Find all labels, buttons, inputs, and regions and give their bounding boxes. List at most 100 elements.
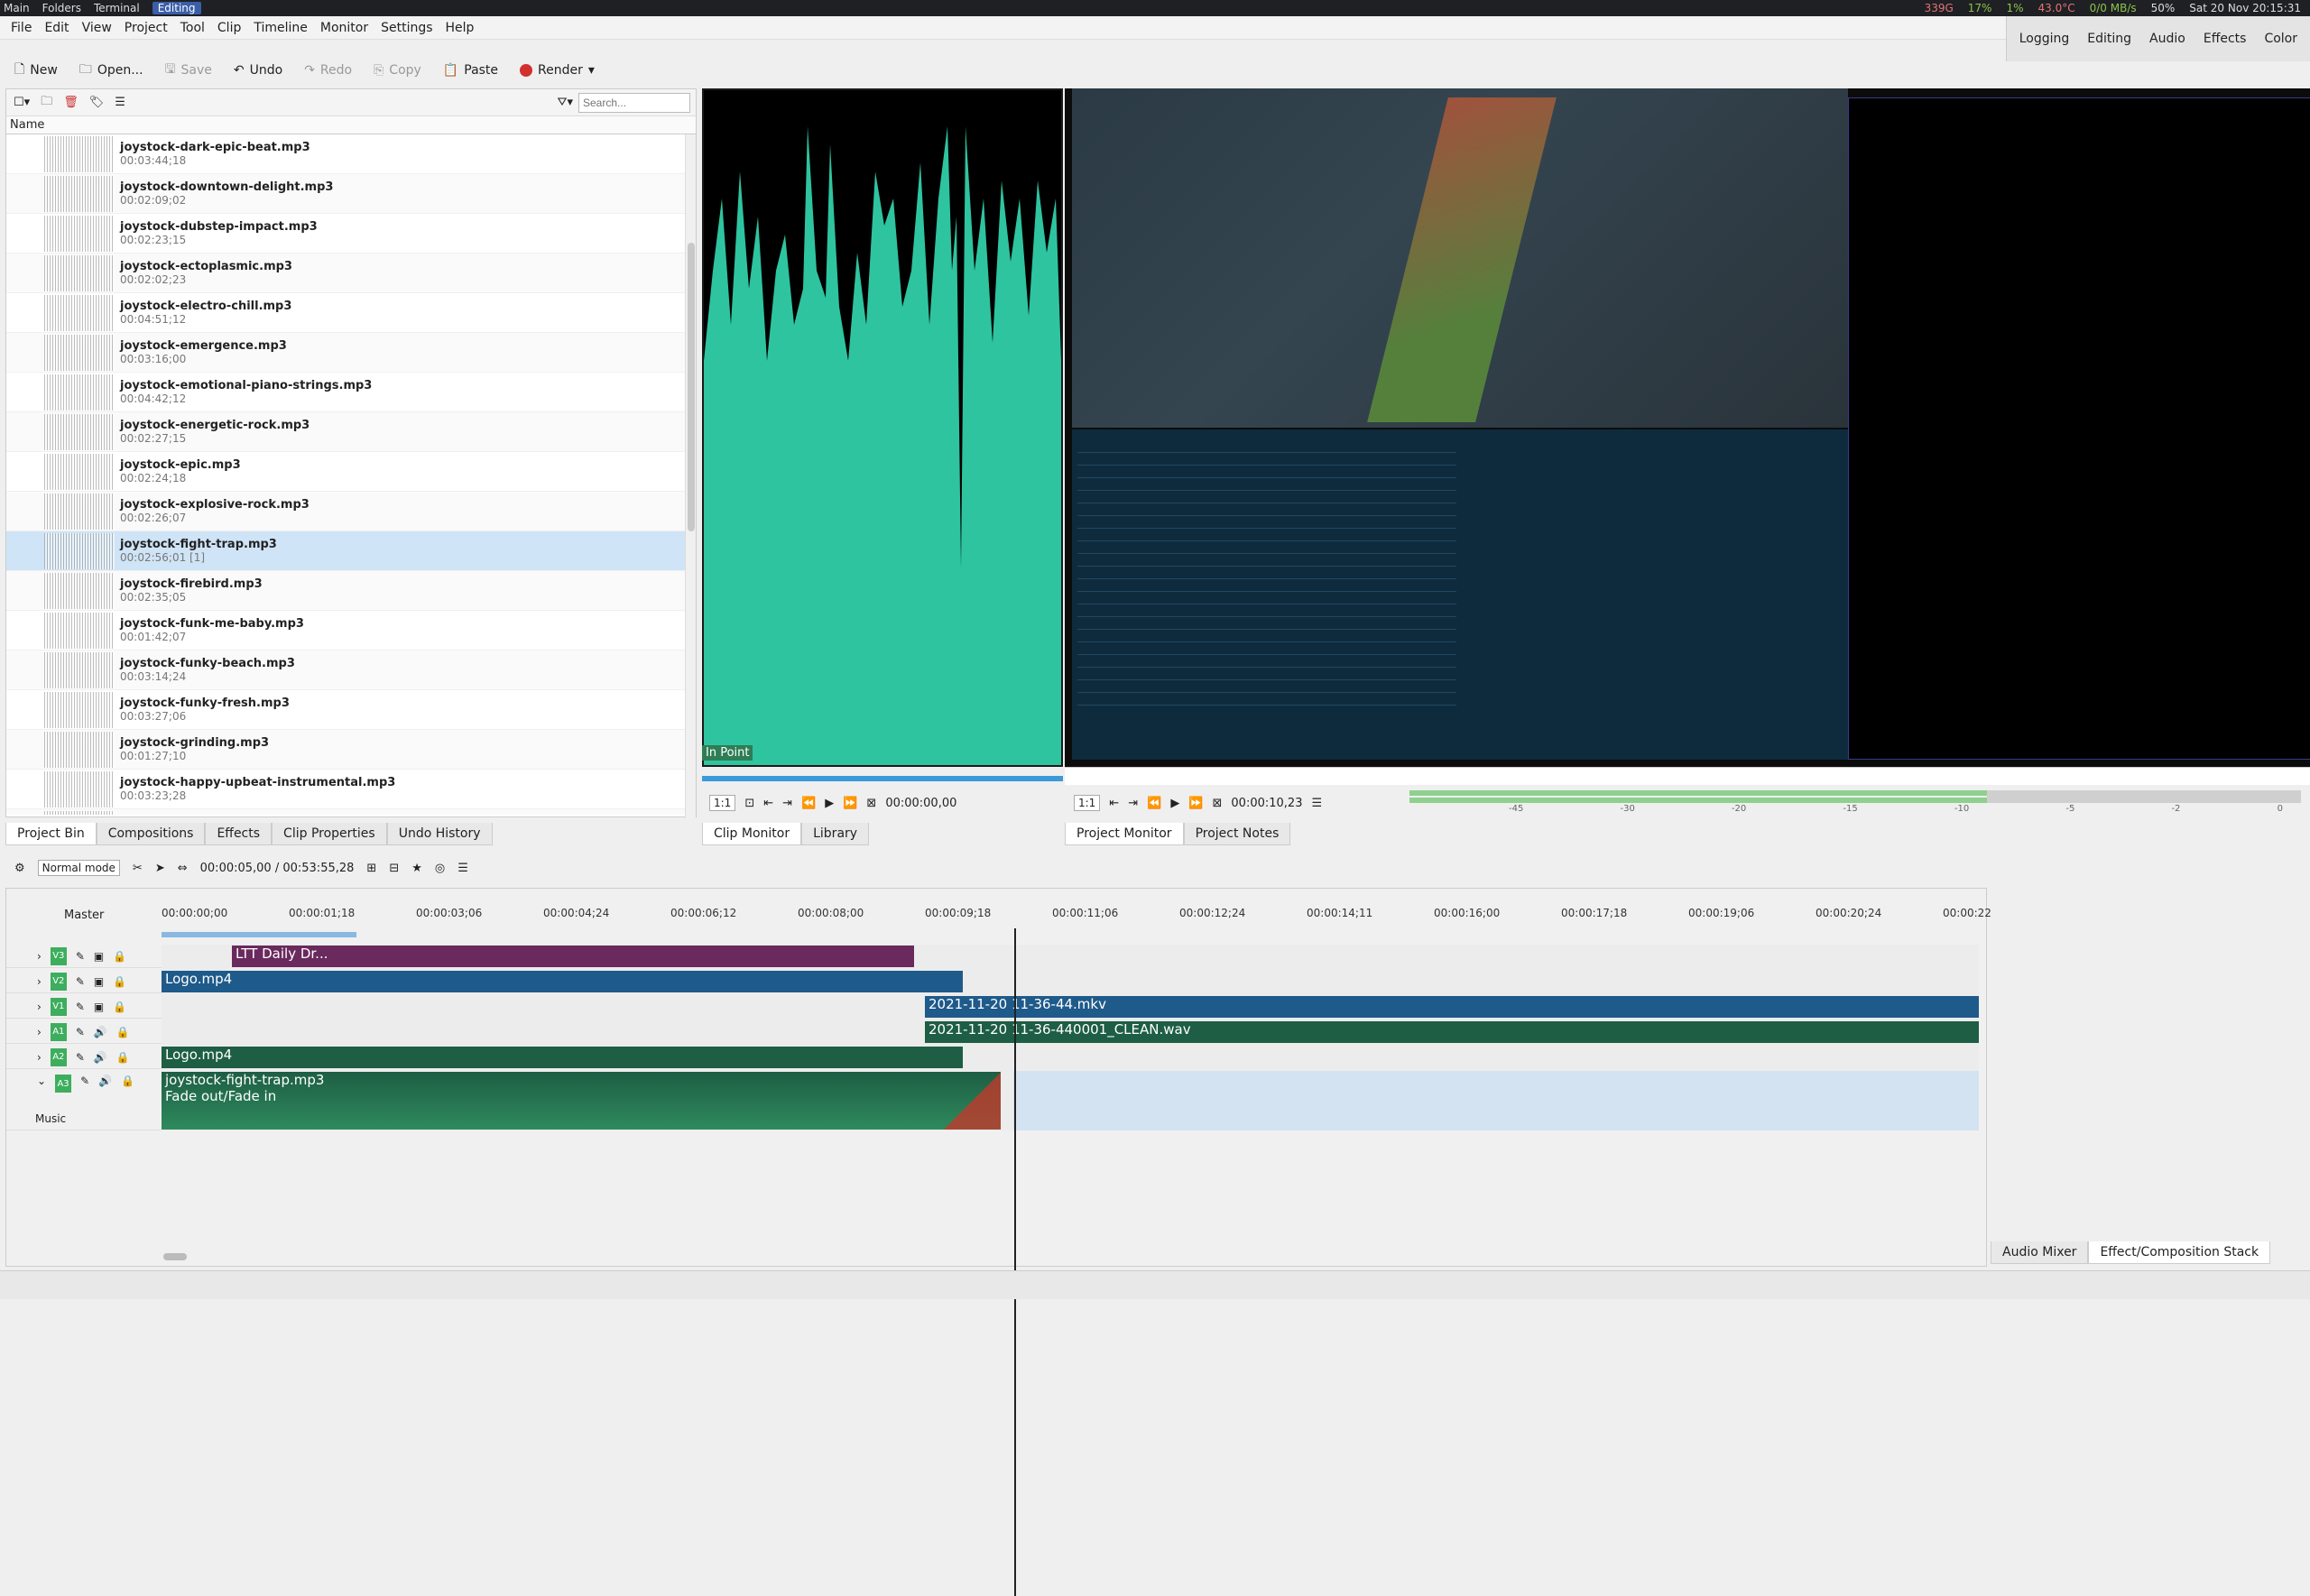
- clip-timeline-bar[interactable]: [702, 776, 1063, 781]
- copy-button[interactable]: ⎘ Copy: [374, 63, 421, 78]
- select-tool-icon[interactable]: ➤: [155, 862, 165, 875]
- add-folder-icon[interactable]: 🗀: [41, 93, 52, 113]
- hide-icon[interactable]: ▣: [94, 1001, 104, 1013]
- chevron-right-icon[interactable]: ›: [37, 1026, 42, 1038]
- filter-icon[interactable]: ⛛▾: [558, 96, 573, 109]
- timeline-settings-icon[interactable]: ⚙: [14, 862, 25, 875]
- play-icon[interactable]: ▶: [1170, 797, 1179, 810]
- project-zoom-select[interactable]: 1:1: [1074, 795, 1101, 811]
- effect-icon[interactable]: ✎: [76, 975, 85, 988]
- clip-zoom-select[interactable]: 1:1: [709, 795, 736, 811]
- menu-tool[interactable]: Tool: [180, 21, 205, 35]
- render-button[interactable]: Render ▾: [520, 63, 595, 78]
- rewind-icon[interactable]: ⏪: [1147, 797, 1161, 810]
- tag-icon[interactable]: 🏷: [89, 96, 105, 109]
- open-button[interactable]: 🗀 Open...: [79, 60, 143, 81]
- bin-item[interactable]: joystock-dubstep-impact.mp3 00:02:23;15: [6, 214, 696, 254]
- lock-icon[interactable]: 🔒: [116, 1051, 130, 1064]
- effect-icon[interactable]: ✎: [76, 1001, 85, 1013]
- layout-editing[interactable]: Editing: [2087, 32, 2131, 46]
- mute-icon[interactable]: 🔊: [98, 1075, 112, 1087]
- effect-icon[interactable]: ✎: [80, 1075, 89, 1087]
- forward-icon[interactable]: ⏩: [1188, 797, 1203, 810]
- tab-clip-properties[interactable]: Clip Properties: [272, 823, 387, 845]
- lock-icon[interactable]: 🔒: [113, 1001, 126, 1013]
- workspace-folders[interactable]: Folders: [42, 2, 81, 14]
- menu-timeline[interactable]: Timeline: [254, 21, 308, 35]
- bin-item[interactable]: joystock-electro-chill.mp3 00:04:51;12: [6, 293, 696, 333]
- lock-icon[interactable]: 🔒: [113, 975, 126, 988]
- layout-audio[interactable]: Audio: [2149, 32, 2185, 46]
- tab-compositions[interactable]: Compositions: [96, 823, 206, 845]
- menu-view[interactable]: View: [82, 21, 112, 35]
- set-in-icon[interactable]: ⇤: [1109, 797, 1119, 810]
- menu-edit[interactable]: Edit: [44, 21, 69, 35]
- chevron-right-icon[interactable]: ›: [37, 950, 42, 963]
- clip-timecode[interactable]: 00:00:00,00: [885, 797, 956, 810]
- paste-button[interactable]: 📋 Paste: [443, 63, 498, 78]
- menu-file[interactable]: File: [11, 21, 32, 35]
- loop-icon[interactable]: ⊠: [1213, 797, 1223, 810]
- layout-effects[interactable]: Effects: [2204, 32, 2247, 46]
- clock[interactable]: Sat 20 Nov 20:15:31: [2189, 2, 2301, 14]
- menu-help[interactable]: Help: [446, 21, 475, 35]
- set-out-icon[interactable]: ⇥: [782, 797, 792, 810]
- bin-item[interactable]: joystock-explosive-rock.mp3 00:02:26;07: [6, 492, 696, 531]
- layout-color[interactable]: Color: [2264, 32, 2297, 46]
- bin-scrollbar[interactable]: [685, 134, 696, 818]
- bin-item[interactable]: joystock-funky-fresh.mp3 00:03:27;06: [6, 690, 696, 730]
- effect-icon[interactable]: ✎: [76, 950, 85, 963]
- bin-item[interactable]: joystock-firebird.mp3 00:02:35;05: [6, 571, 696, 611]
- menu-icon[interactable]: ☰: [115, 96, 125, 109]
- loop-icon[interactable]: ⊠: [866, 797, 876, 810]
- lock-icon[interactable]: 🔒: [121, 1075, 134, 1087]
- bin-item[interactable]: joystock-hip-hop-celebration.mp3: [6, 809, 696, 815]
- bin-item[interactable]: joystock-downtown-delight.mp3 00:02:09;02: [6, 174, 696, 214]
- tab-effects[interactable]: Effects: [205, 823, 273, 845]
- fullscreen-icon[interactable]: ⊡: [744, 797, 754, 810]
- forward-icon[interactable]: ⏩: [843, 797, 857, 810]
- volume-stat[interactable]: 50%: [2151, 2, 2176, 14]
- timeline-scrollbar[interactable]: [163, 1253, 187, 1260]
- chevron-right-icon[interactable]: ›: [37, 1001, 42, 1013]
- timeline-ruler[interactable]: 00:00:00;00 00:00:01;18 00:00:03;06 00:00:0…: [162, 889, 1991, 936]
- timeline-position[interactable]: 00:00:05,00 / 00:53:55,28: [200, 862, 355, 875]
- bin-item[interactable]: joystock-fight-trap.mp3 00:02:56;01 [1]: [6, 531, 696, 571]
- bin-item[interactable]: joystock-happy-upbeat-instrumental.mp3 00…: [6, 770, 696, 809]
- spacer-tool-icon[interactable]: ⇔: [178, 862, 188, 875]
- menu-clip[interactable]: Clip: [217, 21, 241, 35]
- tab-effect-stack[interactable]: Effect/Composition Stack: [2088, 1241, 2271, 1264]
- menu-icon[interactable]: ☰: [1311, 797, 1322, 810]
- menu-project[interactable]: Project: [125, 21, 168, 35]
- workspace-terminal[interactable]: Terminal: [94, 2, 140, 14]
- lock-icon[interactable]: 🔒: [116, 1026, 130, 1038]
- project-monitor[interactable]: [1065, 88, 2310, 767]
- mixer-icon[interactable]: ☰: [457, 862, 468, 875]
- bin-search-input[interactable]: [578, 93, 690, 113]
- bin-item[interactable]: joystock-ectoplasmic.mp3 00:02:02;23: [6, 254, 696, 293]
- bin-column-header[interactable]: Name: [6, 116, 696, 134]
- clip-a1[interactable]: 2021-11-20 11-36-440001_CLEAN.wav: [925, 1021, 1979, 1043]
- chevron-right-icon[interactable]: ›: [37, 1051, 42, 1064]
- tab-project-bin[interactable]: Project Bin: [5, 823, 97, 845]
- playhead[interactable]: [1014, 928, 1016, 1596]
- edit-mode-select[interactable]: Normal mode: [37, 860, 120, 876]
- bin-item[interactable]: joystock-epic.mp3 00:02:24;18: [6, 452, 696, 492]
- razor-icon[interactable]: ✂: [133, 862, 143, 875]
- save-button[interactable]: 🖫 Save: [165, 60, 212, 81]
- hide-icon[interactable]: ▣: [94, 975, 104, 988]
- menu-settings[interactable]: Settings: [381, 21, 432, 35]
- menu-monitor[interactable]: Monitor: [320, 21, 368, 35]
- clip-v1[interactable]: 2021-11-20 11-36-44.mkv: [925, 996, 1979, 1018]
- project-ruler[interactable]: [1065, 767, 2310, 785]
- project-timecode[interactable]: 00:00:10,23: [1231, 797, 1302, 810]
- bin-item[interactable]: joystock-funky-beach.mp3 00:03:14;24: [6, 650, 696, 690]
- fade-out-marker[interactable]: [945, 1072, 1001, 1130]
- mute-icon[interactable]: 🔊: [94, 1026, 107, 1038]
- clip-v3[interactable]: LTT Daily Dr...: [232, 946, 914, 967]
- clip-v2[interactable]: Logo.mp4: [162, 971, 963, 992]
- workspace-main[interactable]: Main: [4, 2, 30, 14]
- effect-icon[interactable]: ✎: [76, 1051, 85, 1064]
- bin-item[interactable]: joystock-grinding.mp3 00:01:27;10: [6, 730, 696, 770]
- bin-item[interactable]: joystock-energetic-rock.mp3 00:02:27;15: [6, 412, 696, 452]
